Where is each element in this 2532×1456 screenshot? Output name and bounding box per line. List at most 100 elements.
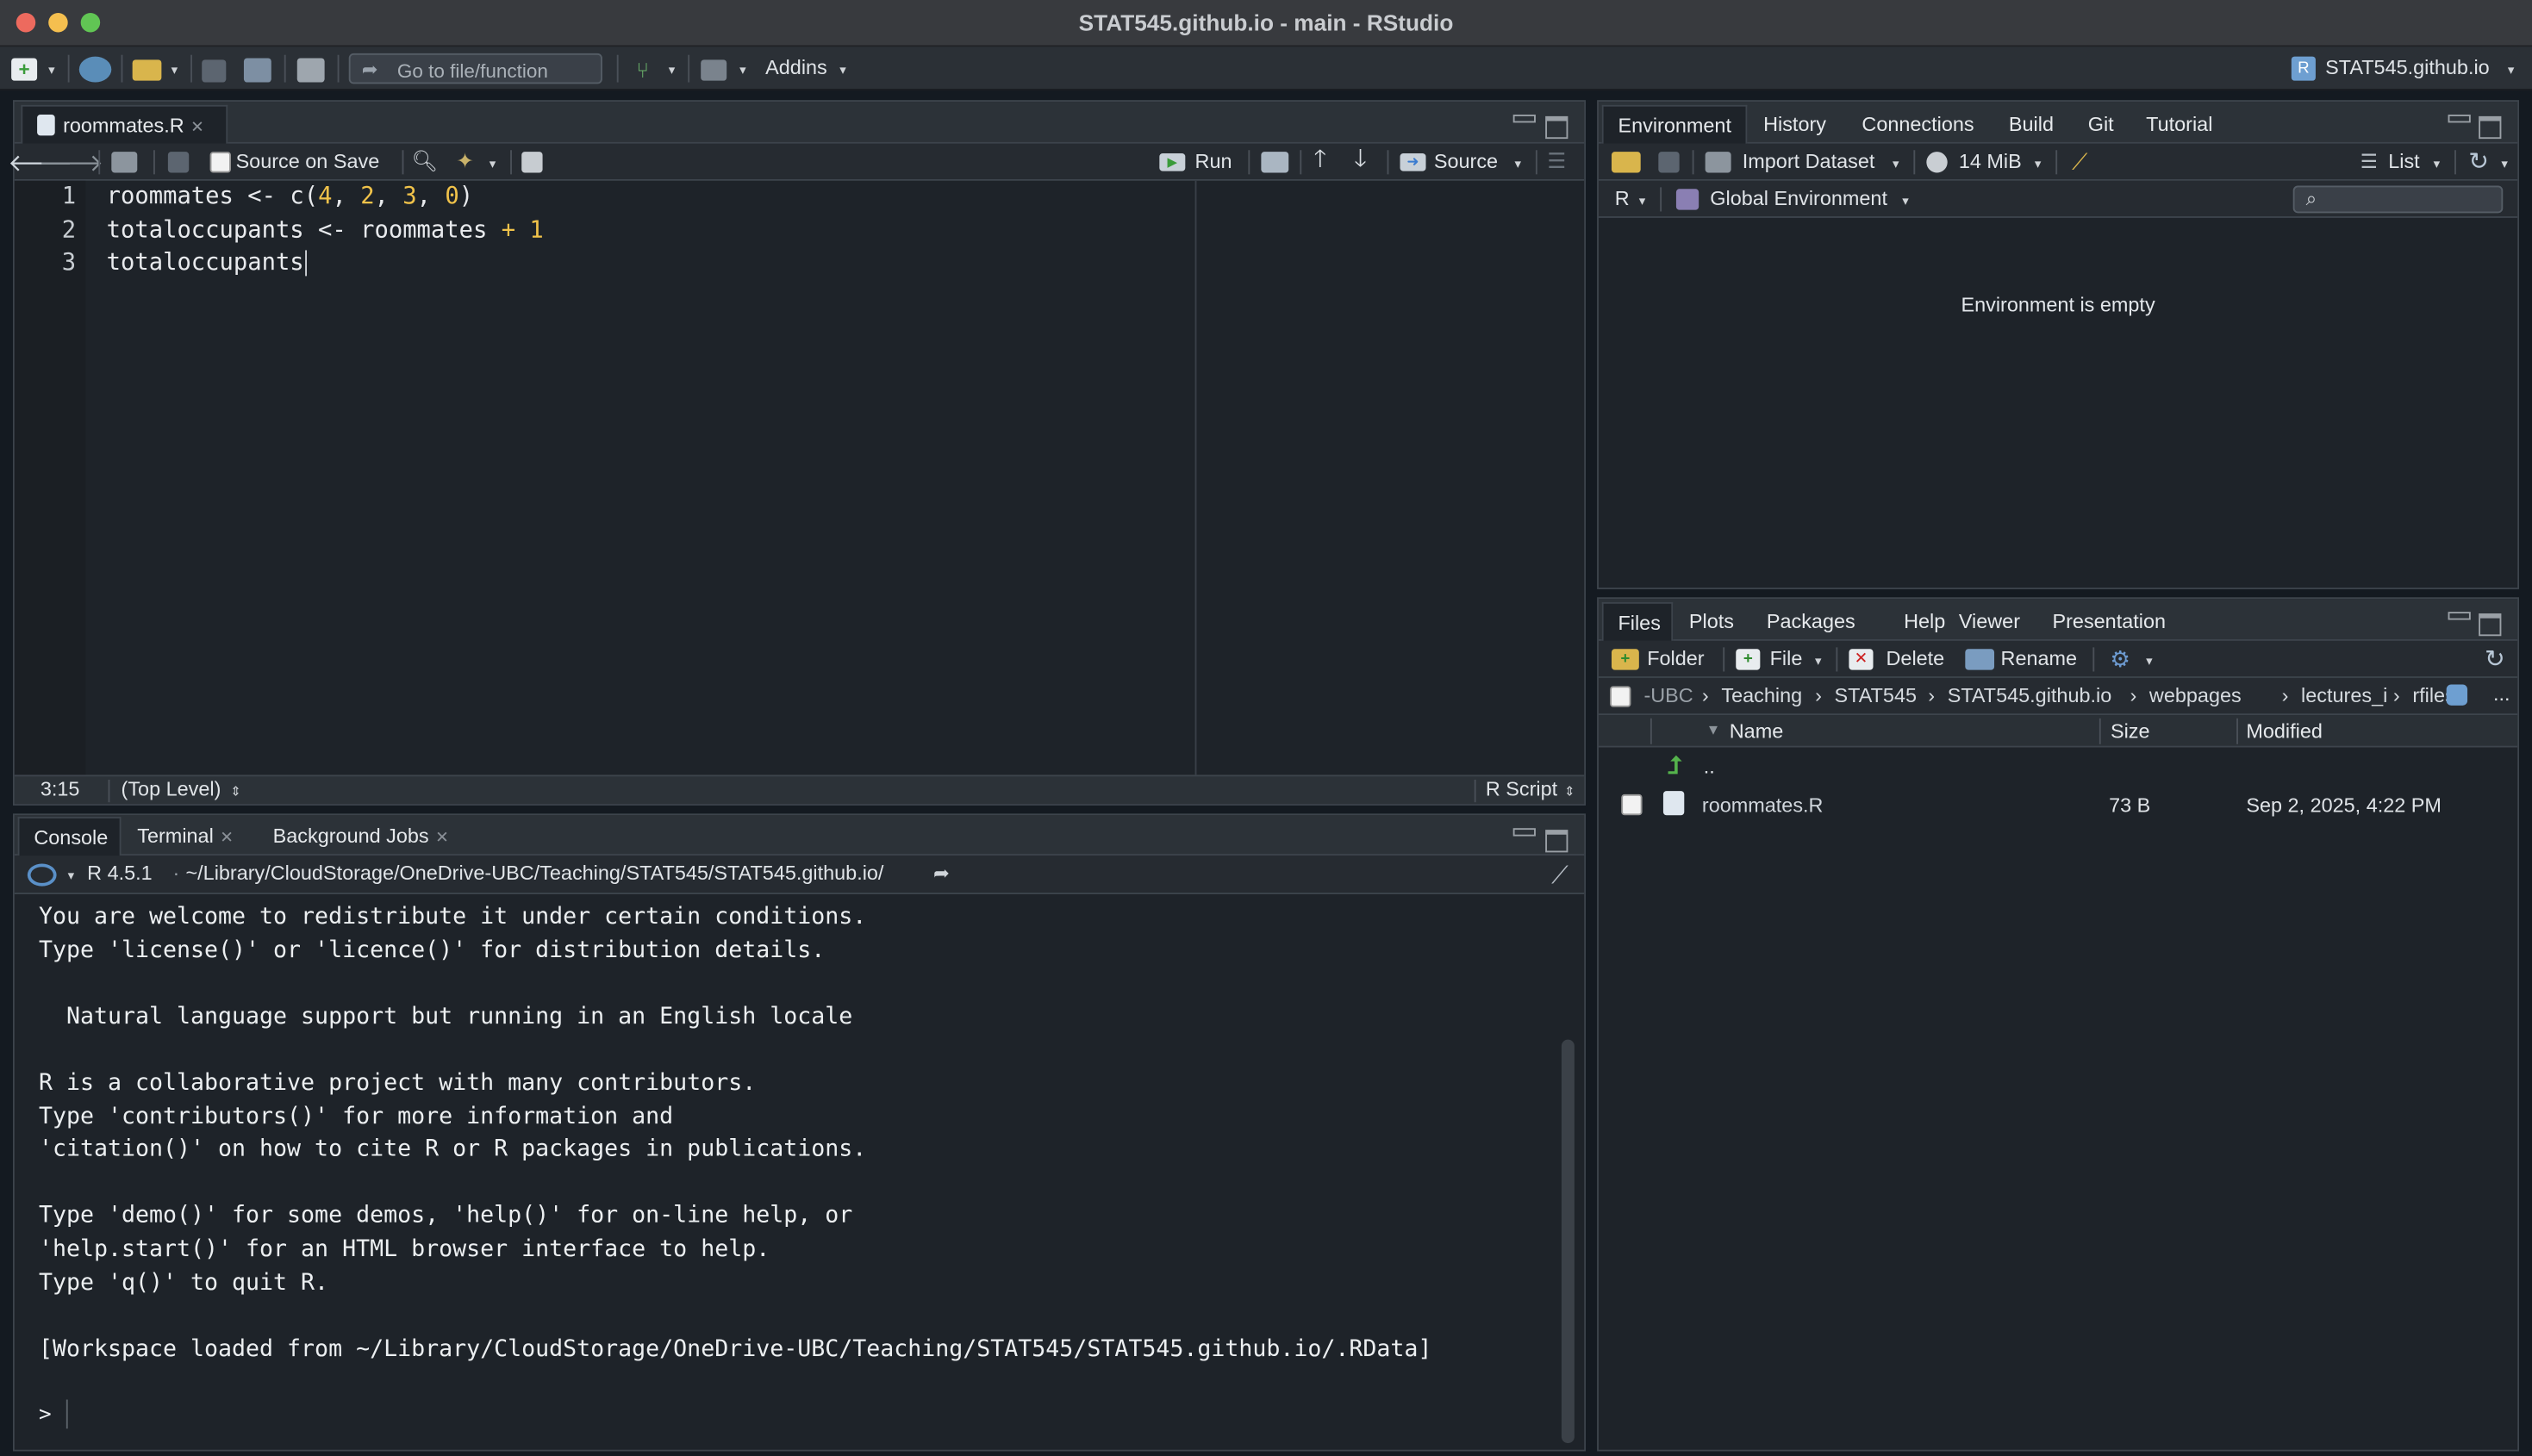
chevron-down-icon[interactable]: ▾ [736, 62, 749, 77]
view-mode-selector[interactable]: List [2388, 150, 2419, 172]
new-folder-icon[interactable]: + [1611, 649, 1639, 670]
clear-broom-icon[interactable]: ⟋ [2067, 147, 2092, 174]
close-tab-icon[interactable]: ✕ [220, 830, 234, 848]
breadcrumb-item[interactable]: Teaching [1721, 684, 1802, 706]
new-file-button[interactable]: File [1770, 647, 1803, 669]
chevron-down-icon[interactable]: ▾ [1889, 156, 1902, 171]
load-workspace-icon[interactable] [1611, 152, 1641, 173]
file-type-selector[interactable]: R Script [1486, 778, 1557, 800]
maximize-pane-icon[interactable] [1545, 830, 1568, 853]
tab-history[interactable]: History [1749, 105, 1841, 144]
source-button[interactable]: Source [1434, 150, 1498, 172]
code-editor[interactable]: 1 roommates <- c(4, 2, 3, 0) 2 totaloccupan… [14, 180, 1585, 775]
down-arrow-icon[interactable]: 🡓 [1350, 145, 1370, 174]
updown-chevron-icon[interactable]: ⇕ [1563, 784, 1576, 799]
chevron-down-icon[interactable]: ▾ [1812, 653, 1824, 668]
tab-background-jobs[interactable]: Background Jobs ✕ [259, 817, 464, 856]
run-button[interactable]: Run [1195, 150, 1232, 172]
show-in-window-icon[interactable] [111, 152, 138, 173]
more-path-button[interactable]: ... [2493, 683, 2510, 706]
tab-roommates-r[interactable]: roommates.R ✕ [21, 104, 228, 144]
chevron-down-icon[interactable]: ▾ [837, 62, 850, 77]
file-name-link[interactable]: roommates.R [1702, 794, 1824, 817]
addins-menu[interactable]: Addins [765, 57, 827, 79]
minimize-pane-icon[interactable] [1512, 828, 1536, 837]
close-tab-icon[interactable]: ✕ [190, 120, 204, 138]
go-to-directory-icon[interactable]: ➦ [930, 862, 952, 885]
chevron-down-icon[interactable]: ▾ [2504, 62, 2517, 77]
environment-scope-selector[interactable]: Global Environment [1710, 187, 1887, 209]
console-output[interactable]: You are welcome to redistribute it under… [14, 894, 1585, 1450]
maximize-pane-icon[interactable] [1545, 115, 1568, 140]
search-icon[interactable]: 🔍︎ [411, 148, 438, 174]
chevron-down-icon[interactable]: ▾ [665, 62, 678, 77]
chevron-down-icon[interactable]: ▾ [2031, 156, 2044, 171]
language-selector[interactable]: R [1615, 187, 1630, 209]
chevron-down-icon[interactable]: ▾ [168, 62, 181, 77]
tab-tutorial[interactable]: Tutorial [2131, 105, 2227, 144]
maximize-pane-icon[interactable] [2479, 613, 2502, 637]
chevron-down-icon[interactable]: ▾ [1899, 193, 1911, 208]
delete-button[interactable]: Delete [1887, 647, 1945, 669]
parent-directory-row[interactable]: ⮥ .. [1599, 748, 2517, 787]
updown-chevron-icon[interactable]: ⇕ [229, 784, 242, 799]
print-icon[interactable] [296, 58, 325, 83]
tab-git[interactable]: Git [2074, 105, 2129, 144]
console-prompt[interactable]: > [39, 1403, 52, 1427]
open-folder-icon[interactable] [132, 59, 162, 81]
rename-icon[interactable] [1965, 649, 1995, 670]
breadcrumb-item[interactable]: -UBC [1643, 684, 1693, 706]
tab-terminal[interactable]: Terminal ✕ [122, 817, 247, 856]
tab-files[interactable]: Files [1601, 601, 1674, 641]
breadcrumb-item[interactable]: lectures_i [2301, 684, 2387, 706]
tab-viewer[interactable]: Viewer [1944, 602, 2035, 641]
save-icon[interactable] [167, 152, 190, 173]
tab-build[interactable]: Build [1994, 105, 2068, 144]
up-arrow-icon[interactable]: 🡑 [1310, 145, 1331, 174]
r-version[interactable]: R 4.5.1 [87, 862, 153, 885]
column-name-header[interactable]: Name [1730, 720, 1783, 743]
minimize-pane-icon[interactable] [1512, 115, 1536, 123]
chevron-down-icon[interactable]: ▾ [45, 62, 58, 77]
rerun-icon[interactable] [1261, 152, 1289, 173]
chevron-down-icon[interactable]: ▾ [1636, 193, 1649, 208]
minimize-pane-icon[interactable] [2448, 612, 2471, 620]
chevron-down-icon[interactable]: ▾ [2142, 653, 2155, 668]
save-icon[interactable] [202, 59, 227, 83]
version-control-icon[interactable]: ⑂ [632, 57, 654, 83]
source-on-save-checkbox[interactable] [209, 152, 231, 173]
tab-environment[interactable]: Environment [1601, 104, 1748, 144]
project-r-icon[interactable] [2446, 684, 2468, 706]
new-folder-button[interactable]: Folder [1647, 647, 1704, 669]
code-tools-wand-icon[interactable]: ✦ [451, 148, 480, 174]
chevron-down-icon[interactable]: ▾ [486, 156, 499, 171]
project-menu[interactable]: STAT545.github.io [2325, 57, 2490, 79]
memory-usage[interactable]: 14 MiB [1959, 150, 2022, 172]
new-project-icon[interactable] [78, 56, 112, 83]
save-all-icon[interactable] [243, 58, 271, 83]
refresh-icon[interactable]: ↻ [2482, 644, 2508, 673]
chevron-down-icon[interactable]: ▾ [65, 868, 78, 882]
compile-report-icon[interactable] [521, 152, 543, 173]
scope-navigator[interactable]: (Top Level) [122, 778, 221, 800]
rename-button[interactable]: Rename [2001, 647, 2078, 669]
forward-arrow-icon[interactable]: 🡒 [39, 148, 103, 177]
minimize-pane-icon[interactable] [2448, 115, 2471, 123]
chevron-down-icon[interactable]: ▾ [2498, 156, 2511, 171]
clear-console-broom-icon[interactable]: ⟋ [1545, 861, 1575, 890]
breadcrumb-item[interactable]: webpages [2149, 684, 2242, 706]
goto-file-input[interactable]: ➦ Go to file/function [348, 53, 602, 84]
source-arrow-icon[interactable]: ➜ [1400, 153, 1426, 171]
tab-presentation[interactable]: Presentation [2038, 602, 2180, 641]
maximize-pane-icon[interactable] [2479, 115, 2502, 140]
file-row[interactable]: roommates.R 73 B Sep 2, 2025, 4:22 PM [1599, 787, 2517, 825]
close-tab-icon[interactable]: ✕ [435, 830, 449, 848]
chevron-down-icon[interactable]: ▾ [1512, 156, 1525, 171]
refresh-icon[interactable]: ↻ [2466, 147, 2491, 176]
outline-icon[interactable]: ☰ [1545, 148, 1568, 172]
column-size-header[interactable]: Size [2111, 720, 2150, 743]
tab-packages[interactable]: Packages [1752, 602, 1870, 641]
select-all-checkbox[interactable] [1610, 686, 1631, 707]
pane-layout-icon[interactable] [701, 59, 727, 81]
breadcrumb-item[interactable]: STAT545 [1835, 684, 1917, 706]
